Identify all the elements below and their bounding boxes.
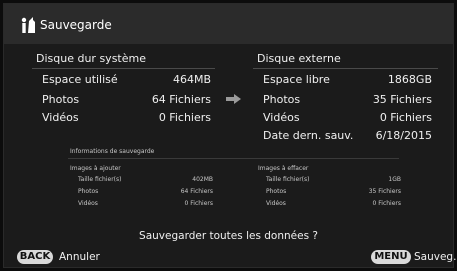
erase-size-value: 1GB xyxy=(388,176,401,183)
external-videos-value: 0 Fichiers xyxy=(379,111,432,124)
external-photos-label: Photos xyxy=(263,93,301,106)
external-disk-divider xyxy=(253,68,438,69)
backup-label[interactable]: Sauveg. xyxy=(414,251,456,263)
system-videos-label: Vidéos xyxy=(42,111,79,124)
backup-screen: Sauvegarde Disque dur système Disque ext… xyxy=(0,0,457,271)
add-photos-label: Photos xyxy=(78,188,99,195)
add-images-title: Images à ajouter xyxy=(70,165,121,172)
external-photos-value: 35 Fichiers xyxy=(372,93,432,106)
cancel-label[interactable]: Annuler xyxy=(59,251,100,263)
system-videos-value: 0 Fichiers xyxy=(158,111,211,124)
external-disk-heading: Disque externe xyxy=(257,52,341,65)
erase-videos-label: Vidéos xyxy=(266,200,286,207)
external-free-value: 1868GB xyxy=(387,73,432,86)
header-bar: Sauvegarde xyxy=(4,4,453,44)
confirm-prompt: Sauvegarder toutes les données ? xyxy=(139,230,318,242)
arrow-right-icon xyxy=(226,94,241,104)
back-key-button[interactable]: BACK xyxy=(17,250,53,264)
erase-size-label: Taille fichier(s) xyxy=(266,176,310,183)
erase-photos-label: Photos xyxy=(266,188,287,195)
add-size-label: Taille fichier(s) xyxy=(78,176,122,183)
system-used-value: 464MB xyxy=(172,73,211,86)
page-title: Sauvegarde xyxy=(40,18,112,32)
menu-key-button[interactable]: MENU xyxy=(371,250,411,264)
system-used-label: Espace utilisé xyxy=(42,73,118,86)
system-disk-heading: Disque dur système xyxy=(36,52,146,65)
external-lastbackup-label: Date dern. sauv. xyxy=(263,129,354,142)
external-videos-label: Vidéos xyxy=(263,111,300,124)
add-photos-value: 64 Fichiers xyxy=(180,188,213,195)
add-videos-label: Vidéos xyxy=(78,200,98,207)
backup-info-heading: Informations de sauvegarde xyxy=(70,148,155,155)
system-photos-value: 64 Fichiers xyxy=(151,93,211,106)
system-photos-label: Photos xyxy=(42,93,80,106)
erase-videos-value: 0 Fichiers xyxy=(372,200,401,207)
system-disk-divider xyxy=(32,68,215,69)
erase-photos-value: 35 Fichiers xyxy=(368,188,401,195)
external-lastbackup-value: 6/18/2015 xyxy=(375,129,432,142)
external-free-label: Espace libre xyxy=(263,73,330,86)
person-with-camera-icon xyxy=(21,17,35,33)
backup-info-divider xyxy=(68,158,399,159)
erase-images-title: Images à effacer xyxy=(258,165,309,172)
add-size-value: 402MB xyxy=(192,176,213,183)
add-videos-value: 0 Fichiers xyxy=(184,200,213,207)
